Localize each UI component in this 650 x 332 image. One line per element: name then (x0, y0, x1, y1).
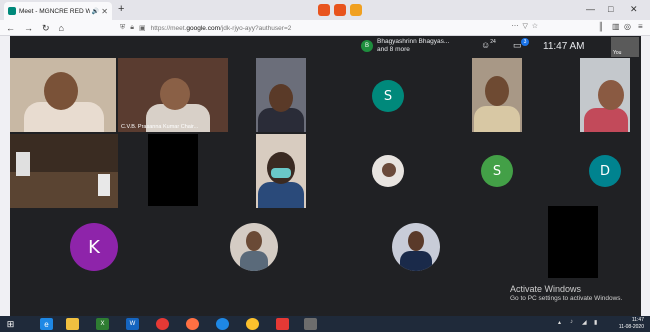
tab-close-icon[interactable]: ✕ (101, 7, 108, 16)
pinned-extension-icon-3[interactable] (350, 4, 362, 16)
powerpoint-icon[interactable] (276, 318, 289, 330)
file-explorer-icon[interactable] (66, 318, 79, 330)
video-tile-woman-mask[interactable] (256, 134, 306, 208)
video-tile-man-glasses-1[interactable] (10, 58, 116, 132)
meet-call-area: B Bhagyashrinn Bhagyas... and 8 more ☺ 2… (10, 36, 641, 316)
library-icon[interactable]: ║ (598, 22, 604, 31)
excel-icon[interactable]: X (96, 318, 109, 330)
start-button-windows-icon[interactable]: ⊞ (4, 318, 17, 330)
tab-strip: Meet - MGNCRE RED Worl… 🔊 ✕ + — □ ✕ (0, 0, 650, 20)
extension-icon[interactable]: ◎ (624, 22, 631, 31)
page-actions-menu-icon[interactable]: ⋯ (512, 23, 519, 30)
person-face (382, 163, 396, 177)
tray-clock[interactable]: 11:47 11-08-2020 (619, 317, 644, 330)
participant-avatar-s-2[interactable]: S (481, 155, 513, 187)
participant-more: and 8 more (377, 46, 410, 53)
meet-favicon-icon (8, 7, 16, 15)
tray-date: 11-08-2020 (618, 323, 644, 330)
navigation-bar: ← → ↻ ⌂ ⛨ 🔒︎ ▣ https://meet. google.com/j… (0, 20, 650, 36)
home-button[interactable]: ⌂ (59, 20, 64, 36)
chrome-icon[interactable] (156, 318, 169, 330)
app-icon[interactable] (304, 318, 317, 330)
meet-clock: 11:47 AM (543, 41, 585, 52)
person-figure (474, 106, 520, 132)
person-figure (258, 182, 304, 208)
face-mask (271, 168, 291, 178)
lock-icon[interactable]: 🔒︎ (130, 24, 134, 32)
participant-avatar-photo[interactable] (372, 155, 404, 187)
internet-explorer-icon[interactable]: e (40, 318, 53, 330)
bookmark-star-icon[interactable]: ☆ (532, 23, 538, 30)
activate-windows-watermark: Activate Windows Go to PC settings to ac… (510, 284, 622, 302)
participants-chip[interactable]: B Bhagyashrinn Bhagyas... and 8 more (361, 38, 449, 54)
watermark-title: Activate Windows (510, 284, 582, 294)
forward-button[interactable]: → (24, 20, 33, 36)
person-face (246, 231, 262, 251)
person-face (408, 231, 424, 251)
participant-avatar: B (361, 40, 373, 52)
video-tile-man-phone[interactable] (580, 58, 630, 132)
chat-count-badge: 3 (521, 38, 529, 46)
url-scheme: https://meet. (150, 24, 187, 32)
person-figure (400, 251, 432, 271)
browser-tab-meet[interactable]: Meet - MGNCRE RED Worl… 🔊 ✕ (4, 2, 112, 20)
speaker-icon[interactable]: 🔊 (92, 8, 99, 15)
address-bar[interactable]: ⛨ 🔒︎ ▣ https://meet. google.com/jdk-rjyo-… (120, 22, 544, 34)
edge-icon[interactable] (216, 318, 229, 330)
menu-icon[interactable]: ≡ (638, 22, 643, 31)
network-tray-icon[interactable]: ◢ (582, 319, 587, 326)
person-face (44, 72, 78, 110)
chrome-icon-2[interactable] (246, 318, 259, 330)
minimize-button[interactable]: — (586, 4, 595, 14)
window-close-button[interactable]: ✕ (630, 4, 638, 15)
new-tab-button[interactable]: + (118, 3, 124, 15)
participant-avatar-man-suit[interactable] (392, 223, 440, 271)
person-face (160, 78, 190, 110)
battery-tray-icon[interactable]: ▮ (594, 319, 597, 326)
people-count: 24 (490, 39, 496, 45)
participant-avatar-k[interactable]: K (70, 223, 118, 271)
tile-name-label: C.V.B. Prasanna Kumar Chair... (121, 124, 199, 130)
video-tile-camera-off[interactable] (148, 134, 198, 206)
sidebar-icon[interactable]: ▥ (612, 22, 620, 31)
maximize-button[interactable]: □ (608, 4, 613, 14)
watermark-subtitle: Go to PC settings to activate Windows. (510, 295, 623, 302)
browser-window: Meet - MGNCRE RED Worl… 🔊 ✕ + — □ ✕ ← → … (0, 0, 650, 332)
video-tile-man-mustache[interactable] (472, 58, 522, 132)
person-figure (16, 152, 30, 176)
video-tile-classroom[interactable] (10, 134, 118, 208)
pocket-icon[interactable]: ▽ (522, 23, 527, 30)
tab-title: Meet - MGNCRE RED Worl… (19, 7, 90, 15)
page-actions: ⋯ ▽ ☆ (512, 22, 538, 30)
person-figure-2 (98, 174, 110, 196)
meet-top-bar: B Bhagyashrinn Bhagyas... and 8 more ☺ 2… (361, 36, 641, 58)
speaker-tray-icon[interactable]: ♪ (570, 319, 573, 325)
person-face (269, 84, 293, 112)
participant-avatar-man-tshirt[interactable] (230, 223, 278, 271)
back-button[interactable]: ← (6, 20, 15, 36)
person-face (485, 76, 509, 106)
pinned-extension-icon[interactable] (318, 4, 330, 16)
person-figure (584, 108, 628, 132)
camera-permission-icon[interactable]: ▣ (139, 24, 146, 32)
word-icon[interactable]: W (126, 318, 139, 330)
video-tile-camera-off-2[interactable] (548, 206, 598, 278)
video-tile-prasanna[interactable]: C.V.B. Prasanna Kumar Chair... (118, 58, 228, 132)
tray-chevron-icon[interactable]: ▴ (558, 319, 561, 326)
self-view-tile[interactable]: You (611, 37, 639, 57)
self-view-label: You (613, 50, 622, 56)
windows-taskbar: ⊞ e X W ▴ ♪ ◢ ▮ 11:47 11-08-2020 (0, 316, 650, 332)
firefox-icon[interactable] (186, 318, 199, 330)
participant-name: Bhagyashrinn Bhagyas... (377, 38, 450, 45)
participant-avatar-s[interactable]: S (372, 80, 404, 112)
url-host: google.com (186, 24, 220, 32)
shield-icon[interactable]: ⛨ (120, 24, 125, 32)
video-tile-man-3[interactable] (256, 58, 306, 132)
person-figure (240, 251, 268, 271)
person-face (598, 80, 624, 110)
reload-button[interactable]: ↻ (42, 20, 50, 36)
url-path: /jdk-rjyo-ayy?authuser=2 (220, 24, 292, 32)
pinned-extension-icon-2[interactable] (334, 4, 346, 16)
participant-avatar-d[interactable]: D (589, 155, 621, 187)
